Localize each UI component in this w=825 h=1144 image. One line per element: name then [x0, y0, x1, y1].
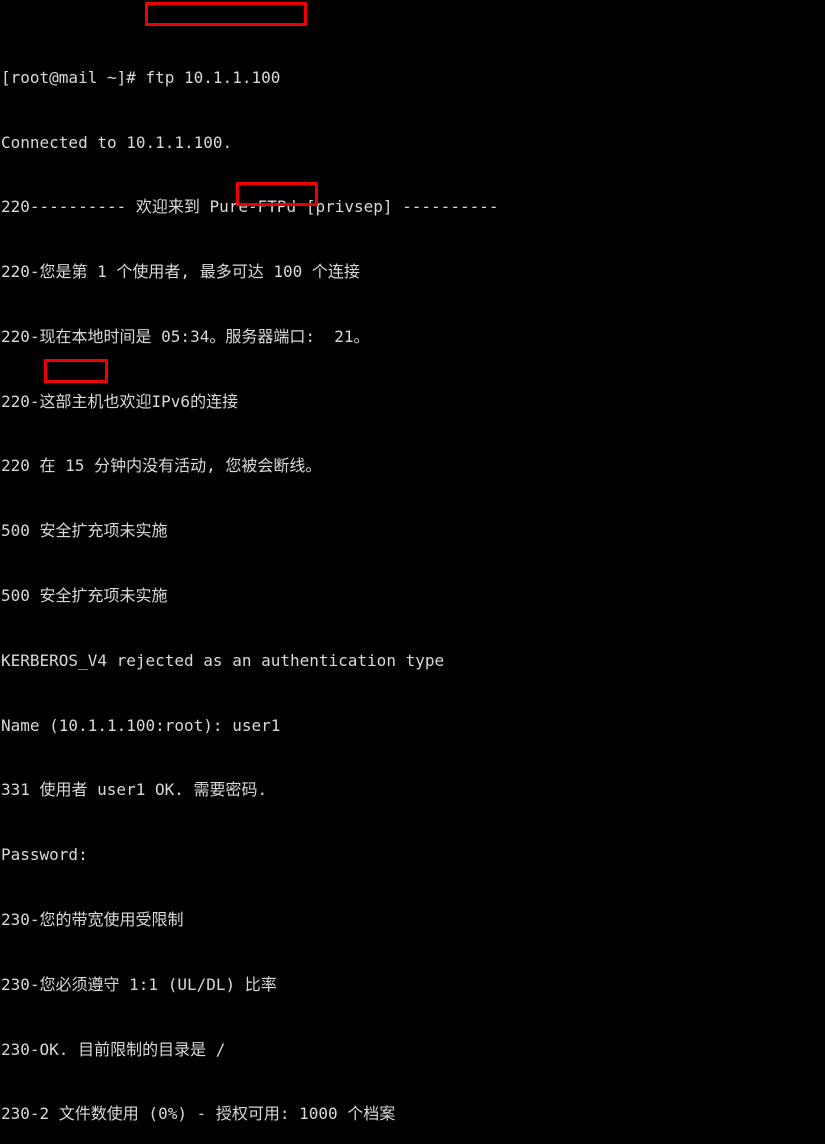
terminal-window[interactable]: [root@mail ~]# ftp 10.1.1.100 Connected …	[0, 0, 825, 1123]
terminal-line-connected: Connected to 10.1.1.100.	[1, 132, 233, 152]
terminal-line-sec1: 500 安全扩充项未实施	[1, 521, 168, 541]
terminal-line-password: Password:	[1, 845, 88, 865]
terminal-line-ipv6: 220-这部主机也欢迎IPv6的连接	[1, 391, 239, 411]
highlight-box-dir-command	[44, 359, 108, 383]
terminal-line-kerberos: KERBEROS_V4 rejected as an authenticatio…	[1, 650, 445, 670]
terminal-line-idle: 220 在 15 分钟内没有活动, 您被会断线。	[1, 456, 322, 476]
highlight-box-ftp-command	[145, 2, 307, 26]
terminal-line-sec2: 500 安全扩充项未实施	[1, 586, 168, 606]
terminal-line-users: 220-您是第 1 个使用者, 最多可达 100 个连接	[1, 262, 360, 282]
terminal-line-230-bw: 230-您的带宽使用受限制	[1, 909, 184, 929]
terminal-line-331: 331 使用者 user1 OK. 需要密码.	[1, 780, 268, 800]
terminal-line-230-ratio: 230-您必须遵守 1:1 (UL/DL) 比率	[1, 974, 277, 994]
terminal-line-230-files: 230-2 文件数使用 (0%) - 授权可用: 1000 个档案	[1, 1104, 396, 1124]
terminal-line-welcome: 220---------- 欢迎来到 Pure-FTPd [privsep] -…	[1, 197, 499, 217]
terminal-line-prompt-ftp: [root@mail ~]# ftp 10.1.1.100	[1, 67, 281, 87]
terminal-line-230-dir: 230-OK. 目前限制的目录是 /	[1, 1039, 226, 1059]
terminal-line-time: 220-现在本地时间是 05:34。服务器端口: 21。	[1, 326, 370, 346]
terminal-line-name-prompt: Name (10.1.1.100:root): user1	[1, 715, 281, 735]
